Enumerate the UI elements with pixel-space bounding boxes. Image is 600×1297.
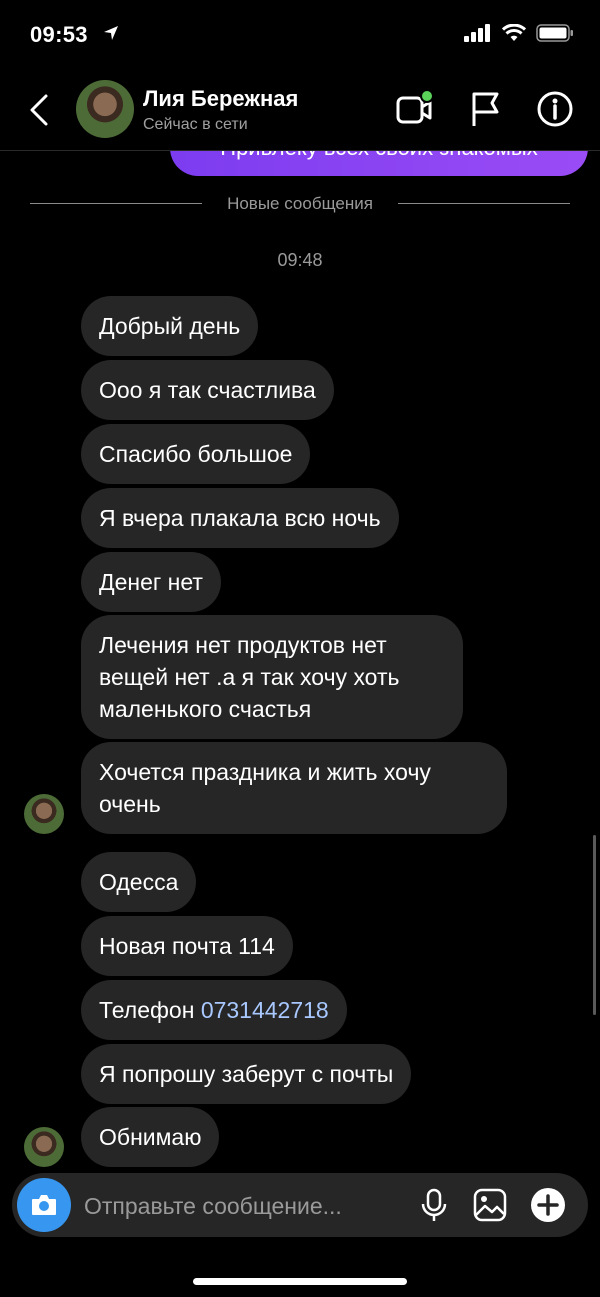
message-bubble[interactable]: Телефон 0731442718 <box>81 980 347 1040</box>
home-indicator <box>193 1278 407 1285</box>
message-thread[interactable]: Привлеку всех своих знакомых Новые сообщ… <box>0 150 600 1180</box>
status-time: 09:53 <box>30 22 88 47</box>
message-bubble[interactable]: Добрый день <box>81 296 259 356</box>
plus-icon[interactable] <box>528 1185 568 1225</box>
sender-avatar[interactable] <box>24 1127 64 1167</box>
message-bubble[interactable]: Хочется праздника и жить хочу очень <box>81 742 507 834</box>
message-bubble[interactable]: Спасибо большое <box>81 424 311 484</box>
info-icon[interactable] <box>534 88 576 130</box>
message-timestamp: 09:48 <box>277 250 323 270</box>
message-input[interactable] <box>82 1185 406 1227</box>
message-bubble[interactable]: Одесса <box>81 852 197 912</box>
scrollbar[interactable] <box>593 835 596 1015</box>
contact-status: Сейчас в сети <box>143 116 248 133</box>
contact-avatar[interactable] <box>76 80 134 138</box>
message-text: Телефон <box>99 997 201 1023</box>
divider-label: Новые сообщения <box>227 194 373 213</box>
wifi-icon <box>501 23 527 47</box>
video-call-icon[interactable] <box>392 88 434 130</box>
location-arrow-icon <box>102 24 120 47</box>
message-bubble[interactable]: Я вчера плакала всю ночь <box>81 488 399 548</box>
message-bubble[interactable]: Новая почта 114 <box>81 916 293 976</box>
phone-link[interactable]: 0731442718 <box>201 997 329 1023</box>
message-bubble[interactable]: Лечения нет продуктов нет вещей нет .а я… <box>81 615 463 739</box>
flag-icon[interactable] <box>465 88 507 130</box>
sender-avatar[interactable] <box>24 794 64 834</box>
divider-line <box>398 203 570 204</box>
status-bar: 09:53 <box>0 0 600 70</box>
battery-icon <box>536 24 574 47</box>
message-composer <box>12 1173 588 1237</box>
camera-icon <box>28 1189 60 1226</box>
message-bubble[interactable]: Я попрошу заберут с почты <box>81 1044 412 1104</box>
microphone-icon[interactable] <box>414 1185 454 1225</box>
gallery-icon[interactable] <box>470 1185 510 1225</box>
message-bubble[interactable]: Обнимаю <box>81 1107 220 1167</box>
camera-button[interactable] <box>17 1178 71 1232</box>
message-bubble[interactable]: Денег нет <box>81 552 221 612</box>
back-chevron-icon[interactable] <box>24 92 56 128</box>
new-messages-divider: Новые сообщения <box>30 192 570 216</box>
contact-name[interactable]: Лия Бережная <box>143 86 298 112</box>
message-bubble[interactable]: Ооо я так счастлива <box>81 360 334 420</box>
outgoing-message[interactable]: Привлеку всех своих знакомых <box>170 150 588 176</box>
chat-header: Лия Бережная Сейчас в сети <box>0 70 600 151</box>
signal-icon <box>464 24 492 47</box>
